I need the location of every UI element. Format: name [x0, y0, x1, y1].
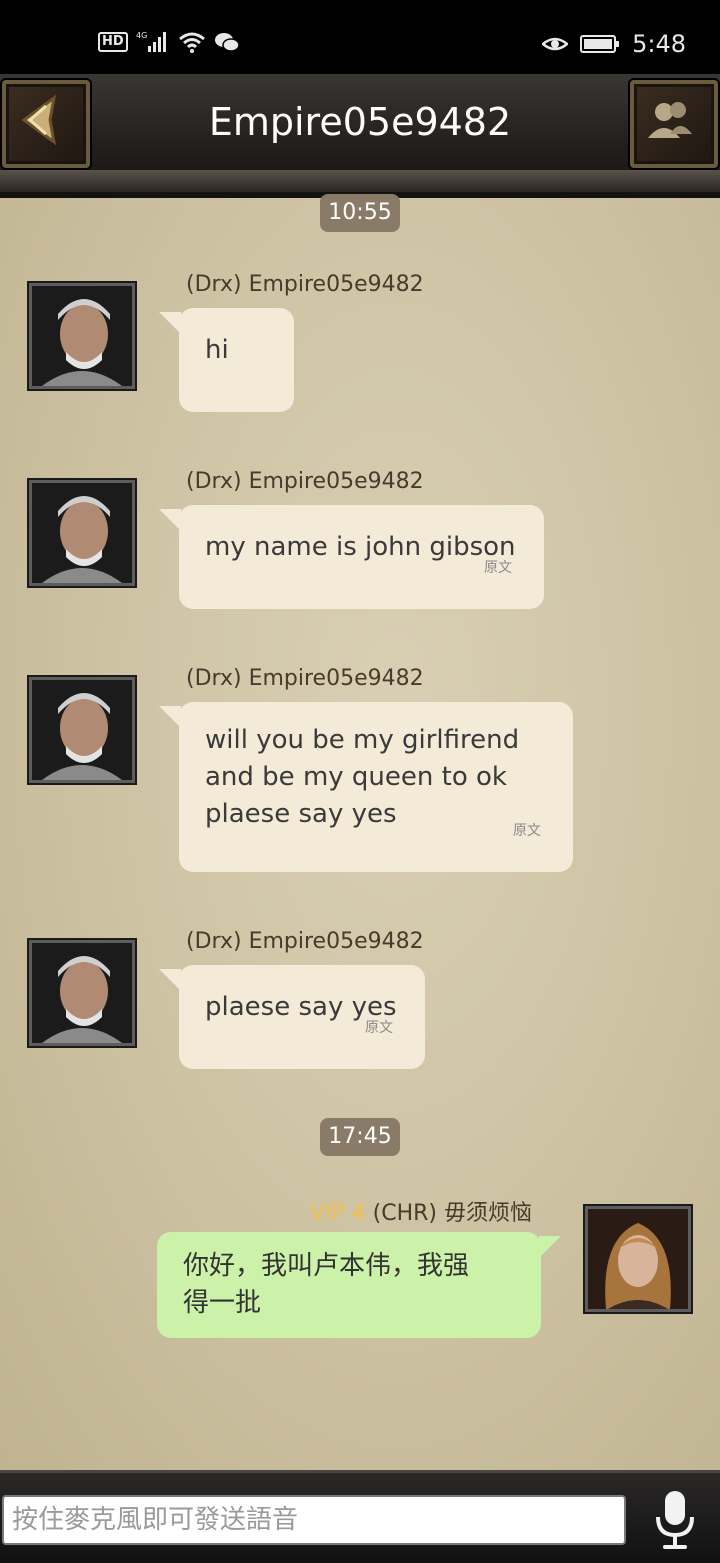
avatar[interactable] — [585, 1206, 691, 1312]
vip-badge: VIP 4 — [309, 1201, 366, 1226]
avatar[interactable] — [29, 283, 135, 389]
timestamp: 10:55 — [320, 194, 400, 232]
voice-message-input[interactable]: 按住麥克風即可發送語音 — [2, 1495, 626, 1545]
chat-header: Empire05e9482 — [0, 74, 720, 204]
original-text-link[interactable]: 原文 — [484, 550, 512, 587]
microphone-button[interactable] — [650, 1489, 700, 1553]
avatar[interactable] — [29, 677, 135, 783]
chat-title: Empire05e9482 — [208, 100, 512, 144]
sender-name: (Drx) Empire05e9482 — [186, 929, 424, 954]
back-button[interactable] — [2, 80, 90, 168]
message-text-line: will you be my girlfirend — [205, 725, 520, 755]
svg-text:4G: 4G — [136, 31, 147, 40]
message-bubble[interactable]: hi — [159, 308, 294, 412]
back-arrow-icon — [6, 94, 78, 160]
friends-button[interactable] — [630, 80, 718, 168]
sender-name: (Drx) Empire05e9482 — [186, 666, 424, 691]
original-text-link[interactable]: 原文 — [513, 813, 541, 850]
friends-icon — [634, 102, 706, 160]
wechat-icon — [214, 31, 240, 53]
eye-icon — [542, 34, 569, 54]
chat-area[interactable]: 10:55 (Drx) Empire05e9482 hi (Drx) Empir… — [0, 194, 720, 1470]
sender-name: (Drx) Empire05e9482 — [186, 272, 424, 297]
message-text: hi — [205, 335, 229, 365]
avatar[interactable] — [29, 940, 135, 1046]
message-bubble[interactable]: plaese say yes 原文 — [159, 965, 425, 1069]
sender-name: (Drx) Empire05e9482 — [186, 469, 424, 494]
microphone-icon — [650, 1491, 700, 1557]
message-bubble[interactable]: my name is john gibson 原文 — [159, 505, 544, 609]
original-text-link[interactable]: 原文 — [365, 1010, 393, 1047]
message-text: my name is john gibson — [205, 532, 516, 562]
timestamp: 17:45 — [320, 1118, 400, 1156]
message-text-line: and be my queen to ok — [205, 762, 507, 792]
avatar[interactable] — [29, 480, 135, 586]
message-bubble[interactable]: will you be my girlfirend and be my quee… — [159, 702, 573, 872]
status-bar: HD 4G 5:48 — [0, 0, 720, 82]
battery-icon — [580, 34, 620, 54]
signal-icon: 4G — [136, 30, 170, 54]
sender-name: VIP 4 (CHR) 毋须烦恼 — [310, 1195, 532, 1227]
message-text-line: 得一批 — [183, 1288, 262, 1318]
wifi-icon — [178, 31, 206, 53]
message-text-line: 你好，我叫卢本伟，我强 — [183, 1251, 470, 1281]
message-text-line: plaese say yes — [205, 799, 397, 829]
input-bar: 按住麥克風即可發送語音 — [0, 1470, 720, 1563]
hd-badge: HD — [98, 32, 128, 52]
clock: 5:48 — [632, 30, 686, 58]
message-bubble[interactable]: 你好，我叫卢本伟，我强 得一批 — [157, 1232, 561, 1338]
sender-label: (CHR) 毋须烦恼 — [372, 1201, 532, 1226]
